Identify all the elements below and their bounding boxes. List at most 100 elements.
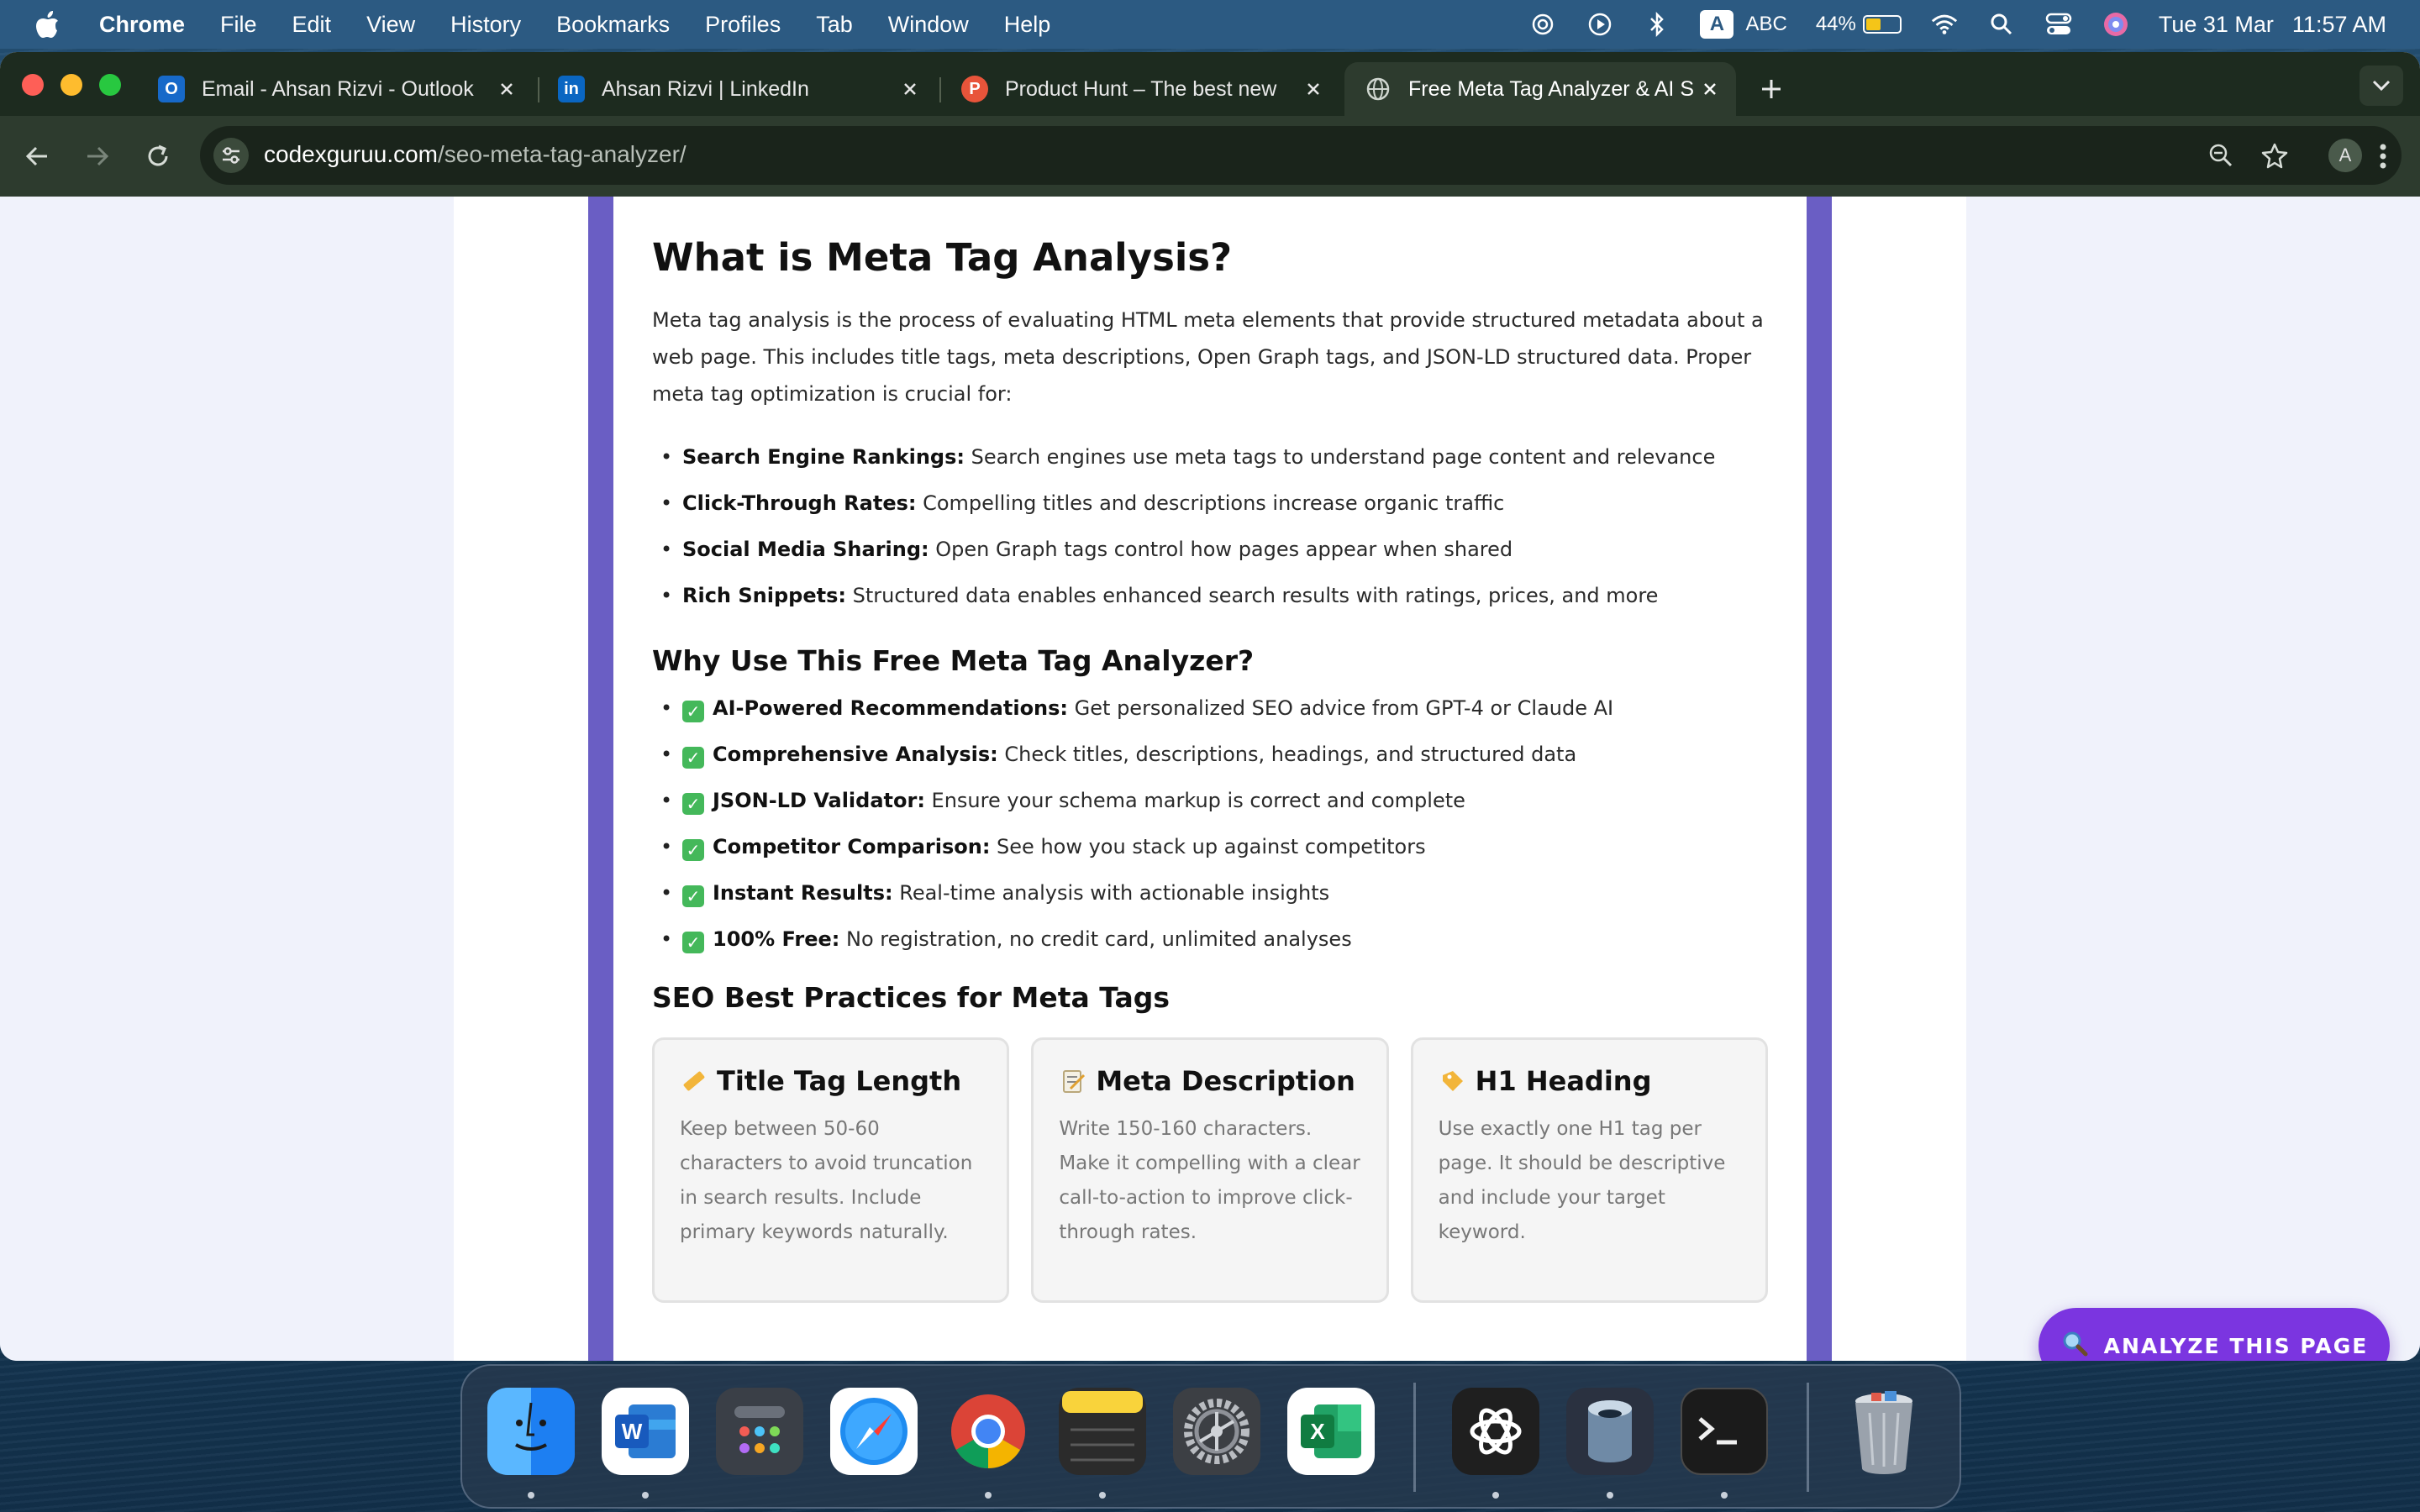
check-icon: ✓ (682, 885, 704, 907)
why-heading: Why Use This Free Meta Tag Analyzer? (652, 644, 1255, 677)
menu-file[interactable]: File (220, 12, 257, 38)
word-icon[interactable]: W (602, 1388, 689, 1475)
dock-separator (1413, 1383, 1416, 1492)
bluetooth-icon[interactable] (1643, 10, 1671, 39)
check-icon: ✓ (682, 701, 704, 722)
svg-text:X: X (1310, 1419, 1325, 1444)
forward-button[interactable] (77, 136, 118, 176)
page-viewport[interactable]: What is Meta Tag Analysis? Meta tag anal… (0, 197, 2420, 1361)
menubar-date[interactable]: Tue 31 Mar (2159, 12, 2274, 38)
analyze-button-label: ANALYZE THIS PAGE (2103, 1333, 2369, 1358)
list-item-label: Competitor Comparison: (713, 835, 991, 858)
menu-bookmarks[interactable]: Bookmarks (556, 12, 670, 38)
wifi-icon[interactable] (1930, 10, 1959, 39)
list-item-label: Comprehensive Analysis: (713, 743, 998, 766)
chrome-menu-icon[interactable] (2363, 136, 2403, 176)
tab-close-icon[interactable] (896, 75, 924, 103)
sequel-icon[interactable] (1566, 1388, 1654, 1475)
input-source-label[interactable]: ABC (1745, 13, 1786, 36)
chatgpt-status-icon[interactable] (1528, 10, 1557, 39)
finder-icon[interactable] (487, 1388, 575, 1475)
trash-icon[interactable] (1840, 1388, 1928, 1475)
terminal-icon[interactable] (1681, 1388, 1768, 1475)
tab-close-icon[interactable] (492, 75, 521, 103)
tab-title: Ahsan Rizvi | LinkedIn (602, 76, 809, 101)
list-item: Search Engine Rankings: Search engines u… (660, 434, 1768, 480)
url-text[interactable]: codexguruu.com/seo-meta-tag-analyzer/ (264, 141, 687, 168)
menu-history[interactable]: History (450, 12, 521, 38)
chatgpt-icon[interactable] (1452, 1388, 1539, 1475)
window-zoom-button[interactable] (99, 74, 121, 96)
check-icon: ✓ (682, 747, 704, 769)
site-info-icon[interactable] (213, 138, 249, 173)
tab-title: Email - Ahsan Rizvi - Outlook (202, 76, 474, 101)
dock-running-indicator (1099, 1492, 1106, 1499)
apple-icon[interactable] (34, 10, 62, 39)
input-source-badge[interactable]: A (1700, 10, 1734, 39)
list-item-text: Get personalized SEO advice from GPT-4 o… (1068, 696, 1614, 720)
dock-running-indicator (528, 1492, 534, 1499)
control-center-icon[interactable] (2044, 10, 2073, 39)
list-item-text: No registration, no credit card, unlimit… (839, 927, 1352, 951)
list-item-label: JSON-LD Validator: (713, 789, 925, 812)
list-item-text: See how you stack up against competitors (990, 835, 1426, 858)
ruler-icon (680, 1067, 708, 1095)
dock-separator (1807, 1383, 1809, 1492)
card-text: Use exactly one H1 tag per page. It shou… (1438, 1118, 1726, 1243)
tab-producthunt[interactable]: P Product Hunt – The best new (941, 62, 1339, 116)
tab-title: Free Meta Tag Analyzer & AI S (1408, 76, 1694, 101)
url-host: codexguruu.com (264, 141, 439, 167)
analyze-page-button[interactable]: ANALYZE THIS PAGE (2039, 1308, 2390, 1361)
menubar-time[interactable]: 11:57 AM (2292, 12, 2386, 38)
card-title: H1 Heading (1439, 1065, 1740, 1097)
menu-window[interactable]: Window (888, 12, 969, 38)
profile-button[interactable]: A (2326, 136, 2365, 175)
spotlight-search-icon[interactable] (1987, 10, 2016, 39)
list-item: ✓ 100% Free: No registration, no credit c… (660, 916, 1768, 963)
list-item: ✓ AI-Powered Recommendations: Get persona… (660, 685, 1768, 732)
menu-app-name[interactable]: Chrome (99, 12, 185, 38)
list-item-text: Ensure your schema markup is correct and… (924, 789, 1465, 812)
section-heading: What is Meta Tag Analysis? (652, 235, 1233, 280)
zoom-icon[interactable] (2202, 136, 2240, 175)
reload-button[interactable] (138, 136, 178, 176)
menu-edit[interactable]: Edit (292, 12, 332, 38)
launchpad-icon[interactable] (716, 1388, 803, 1475)
battery-status[interactable]: 44% (1816, 13, 1902, 36)
excel-icon[interactable]: X (1287, 1388, 1375, 1475)
window-minimize-button[interactable] (60, 74, 82, 96)
new-tab-button[interactable] (1753, 71, 1790, 108)
outlook-icon: O (158, 76, 185, 102)
practice-card-title-length: Title Tag Length Keep between 50-60 char… (652, 1037, 1010, 1303)
check-icon: ✓ (682, 793, 704, 815)
address-bar[interactable]: codexguruu.com/seo-meta-tag-analyzer/ A (200, 126, 2402, 185)
notes-icon[interactable] (1059, 1388, 1146, 1475)
card-title: Meta Description (1059, 1065, 1360, 1097)
chrome-icon[interactable] (944, 1388, 1032, 1475)
check-icon: ✓ (682, 839, 704, 861)
media-play-icon[interactable] (1586, 10, 1614, 39)
window-close-button[interactable] (22, 74, 44, 96)
article-content: What is Meta Tag Analysis? Meta tag anal… (613, 197, 1807, 1361)
safari-icon[interactable] (830, 1388, 918, 1475)
menu-tab[interactable]: Tab (816, 12, 853, 38)
battery-level-fill (1865, 18, 1881, 30)
tab-outlook[interactable]: O Email - Ahsan Rizvi - Outlook (138, 62, 533, 116)
back-button[interactable] (17, 136, 57, 176)
tab-linkedin[interactable]: in Ahsan Rizvi | LinkedIn (538, 62, 936, 116)
tab-meta-tag-analyzer[interactable]: Free Meta Tag Analyzer & AI S (1344, 62, 1736, 116)
tab-close-icon[interactable] (1696, 75, 1724, 103)
card-text: Write 150-160 characters. Make it compel… (1059, 1118, 1360, 1243)
list-item-label: Social Media Sharing: (682, 538, 929, 561)
menu-help[interactable]: Help (1004, 12, 1051, 38)
list-item-text: Open Graph tags control how pages appear… (929, 538, 1513, 561)
browser-toolbar: codexguruu.com/seo-meta-tag-analyzer/ A (0, 116, 2420, 197)
tab-close-icon[interactable] (1299, 75, 1328, 103)
system-settings-icon[interactable] (1173, 1388, 1260, 1475)
menu-view[interactable]: View (366, 12, 415, 38)
tab-search-button[interactable] (2360, 66, 2403, 106)
bookmark-star-icon[interactable] (2255, 136, 2294, 175)
importance-list: Search Engine Rankings: Search engines u… (660, 434, 1768, 619)
siri-icon[interactable] (2102, 10, 2130, 39)
menu-profiles[interactable]: Profiles (705, 12, 781, 38)
